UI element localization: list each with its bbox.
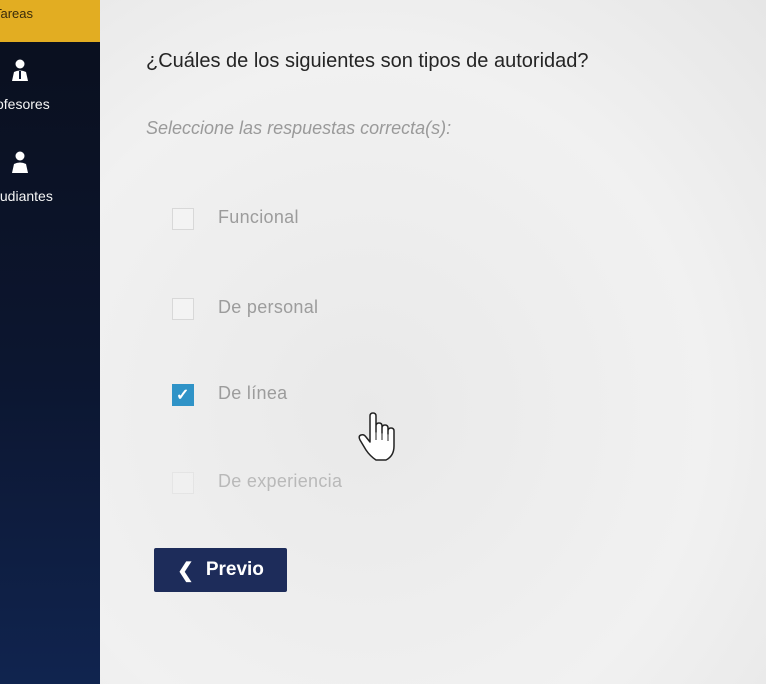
checkbox[interactable] [172,472,194,494]
main-content: ¿Cuáles de los siguientes son tipos de a… [100,0,766,684]
sidebar-item-profesores[interactable]: ofesores [0,58,100,118]
option-label: De experiencia [218,471,343,491]
sidebar-item-tareas[interactable]: Tareas [0,0,100,42]
chevron-left-icon: ❮ [177,559,194,582]
sidebar: Tareas ofesores tudiantes [0,0,100,684]
checkbox[interactable] [172,208,194,230]
option-label: Funcional [218,207,299,227]
checkbox-checked[interactable]: ✓ [172,384,194,406]
previous-button-label: Previo [205,559,264,580]
person-icon [11,150,29,174]
checkbox[interactable] [172,298,194,320]
check-icon: ✓ [176,387,190,404]
question-instruction: Seleccione las respuestas correcta(s): [146,118,452,138]
sidebar-item-estudiantes[interactable]: tudiantes [0,150,100,210]
sidebar-item-label: tudiantes [0,188,53,204]
hand-cursor-icon [358,412,400,466]
option-label: De línea [218,383,288,403]
person-icon [11,58,29,82]
question-title: ¿Cuáles de los siguientes son tipos de a… [146,50,589,72]
sidebar-item-label: Tareas [0,6,34,21]
sidebar-item-label: ofesores [0,96,50,112]
previous-button[interactable]: ❮ Previo [154,548,287,592]
option-label: De personal [218,297,319,317]
